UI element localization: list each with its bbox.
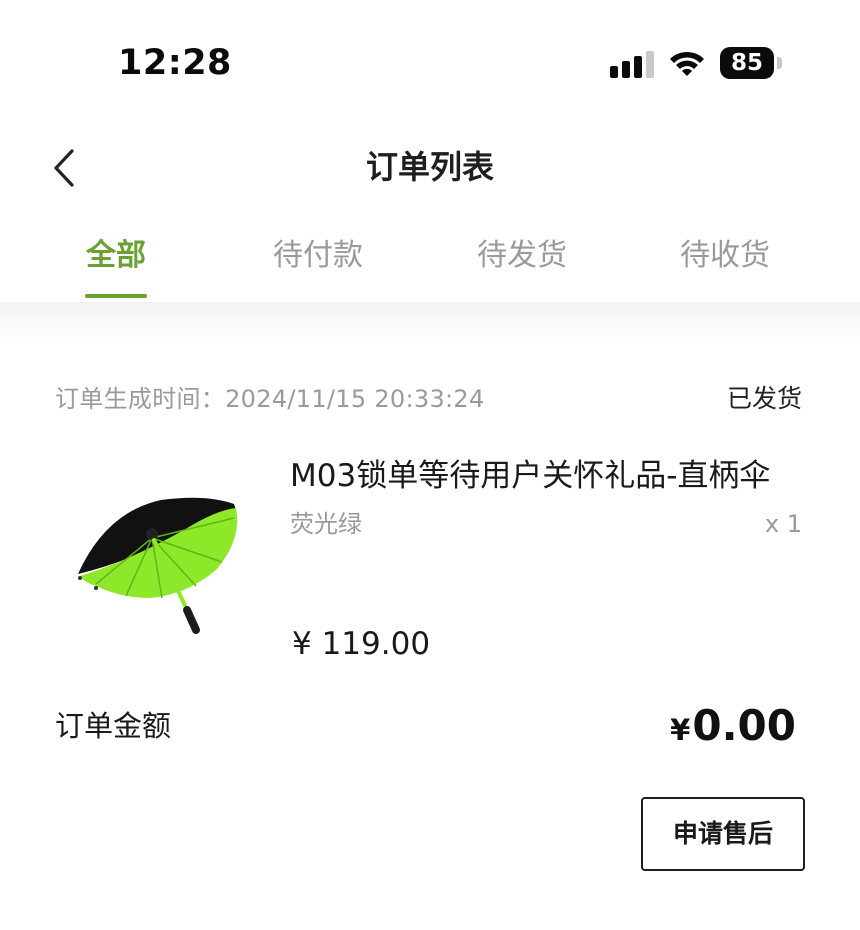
order-time: 订单生成时间：2024/11/15 20:33:24: [55, 381, 485, 417]
tab-pending-receipt[interactable]: 待收货: [655, 234, 795, 278]
product-name[interactable]: M03锁单等待用户关怀礼品-直柄伞: [290, 453, 810, 499]
order-amount-currency: ¥: [670, 713, 691, 747]
order-time-label: 订单生成时间：: [55, 385, 226, 413]
order-amount-value: 0.00: [692, 701, 796, 750]
tab-pending-payment[interactable]: 待付款: [248, 234, 388, 278]
battery-icon: 85: [720, 47, 782, 79]
apply-after-sales-button[interactable]: 申请售后: [641, 797, 805, 871]
order-tabs: 全部 待付款 待发货 待收货: [0, 226, 860, 302]
order-time-value: 2024/11/15 20:33:24: [225, 385, 485, 413]
status-bar: 12:28 85: [0, 0, 860, 120]
umbrella-image[interactable]: [66, 470, 246, 640]
order-amount-label: 订单金额: [55, 709, 172, 743]
wifi-icon: [670, 51, 704, 76]
signal-icon: [610, 50, 654, 78]
tab-pending-shipment[interactable]: 待发货: [452, 234, 592, 278]
battery-tip: [777, 57, 782, 69]
order-amount: ¥0.00: [670, 698, 796, 763]
status-time: 12:28: [118, 43, 232, 83]
tabs-divider: [0, 302, 860, 342]
nav-bar: 订单列表: [0, 130, 860, 206]
order-status: 已发货: [726, 384, 802, 413]
product-price: ¥ 119.00: [292, 626, 431, 662]
product-variant: 荧光绿: [290, 510, 362, 538]
page-title: 订单列表: [365, 148, 494, 186]
tab-all[interactable]: 全部: [46, 234, 186, 278]
tab-active-indicator: [85, 294, 147, 298]
battery-level: 85: [720, 47, 774, 79]
product-quantity: x 1: [764, 510, 802, 538]
